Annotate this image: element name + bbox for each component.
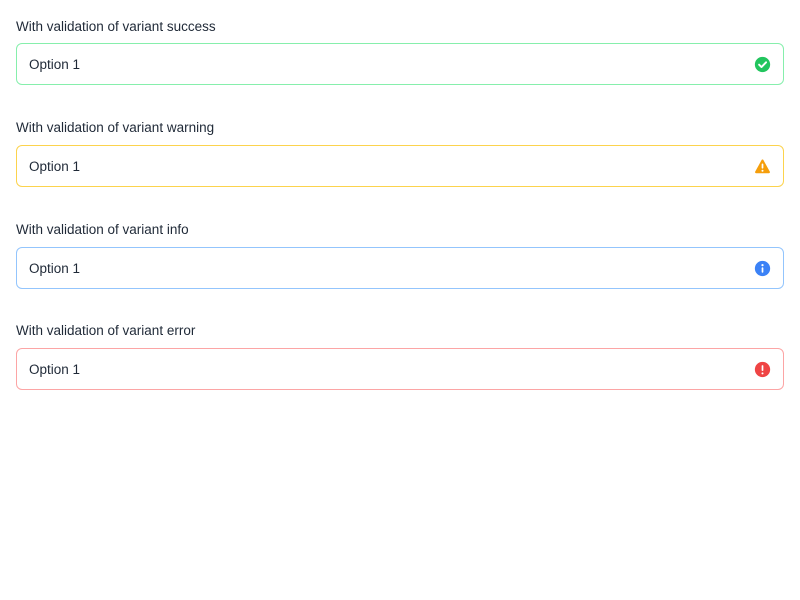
check-circle-icon	[754, 56, 771, 73]
select-value-info: Option 1	[29, 260, 81, 276]
field-warning: With validation of variant warning Optio…	[16, 120, 784, 187]
select-info[interactable]: Option 1	[16, 247, 784, 289]
select-error[interactable]: Option 1	[16, 348, 784, 390]
error-circle-icon	[754, 361, 771, 378]
select-value-success: Option 1	[29, 56, 81, 72]
field-success: With validation of variant success Optio…	[16, 19, 784, 85]
info-circle-icon	[754, 260, 771, 277]
select-value-error: Option 1	[29, 361, 81, 377]
warning-triangle-icon	[754, 158, 771, 175]
field-label-error: With validation of variant error	[16, 323, 196, 338]
select-success[interactable]: Option 1	[16, 43, 784, 85]
field-label-info: With validation of variant info	[16, 222, 189, 237]
field-error: With validation of variant error Option …	[16, 323, 784, 390]
select-value-warning: Option 1	[29, 158, 81, 174]
select-warning[interactable]: Option 1	[16, 145, 784, 187]
field-label-success: With validation of variant success	[16, 19, 216, 34]
page: With validation of variant success Optio…	[0, 0, 800, 600]
field-label-warning: With validation of variant warning	[16, 120, 215, 135]
field-info: With validation of variant info Option 1	[16, 222, 784, 289]
